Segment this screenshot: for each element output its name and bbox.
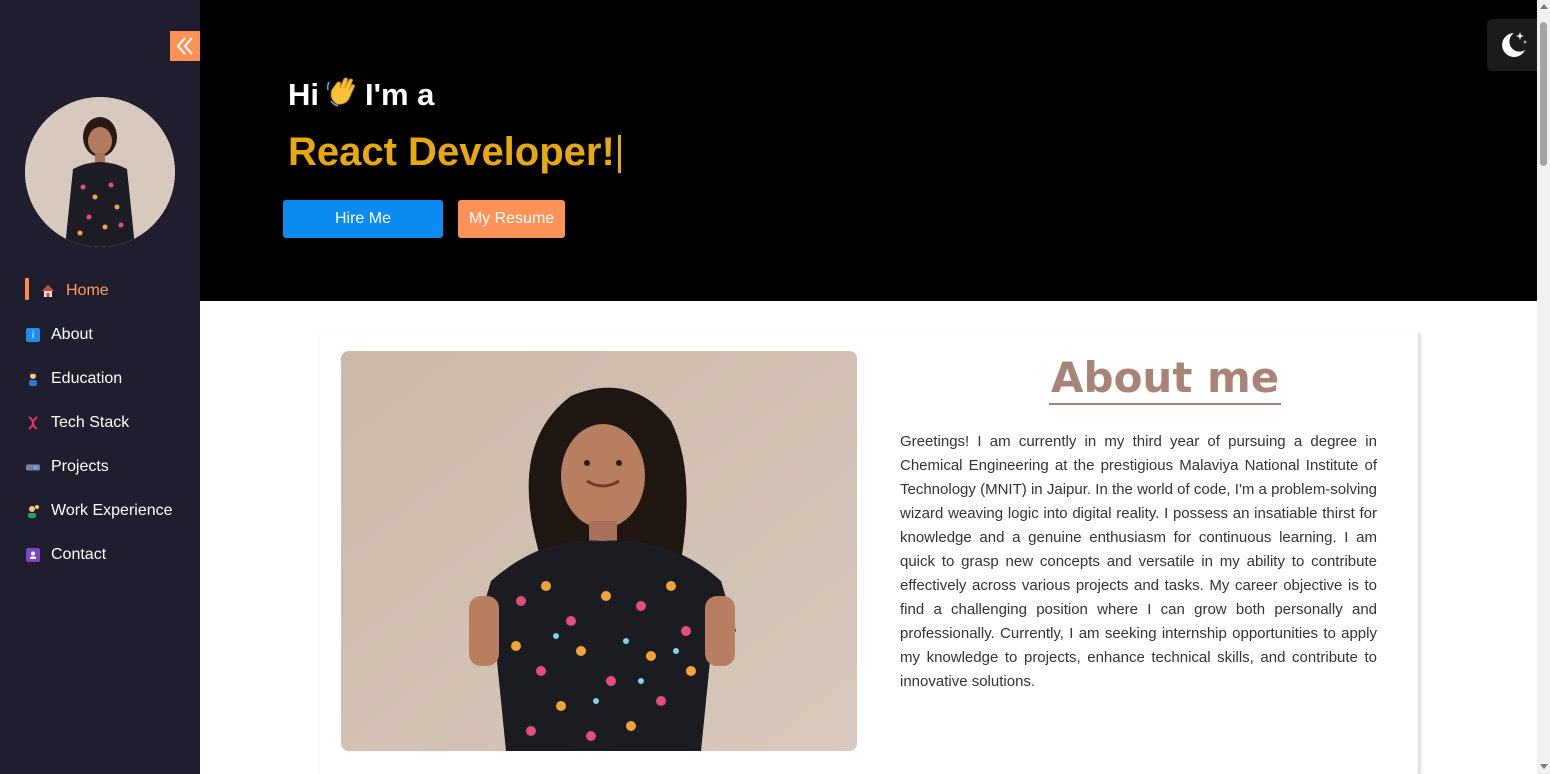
sidebar-item-label: Contact xyxy=(51,546,107,563)
sidebar-item-label: Education xyxy=(51,370,123,387)
page-scrollbar[interactable] xyxy=(1537,0,1550,774)
sidebar-item-projects[interactable]: Projects xyxy=(0,445,200,489)
about-section: About me Greetings! I am currently in my… xyxy=(320,331,1418,774)
sidebar-item-label: Tech Stack xyxy=(51,414,130,431)
profile-avatar xyxy=(25,97,175,247)
worker-icon xyxy=(26,504,40,518)
double-chevron-left-icon xyxy=(176,37,193,55)
sidebar-item-about[interactable]: i About xyxy=(0,313,200,357)
sidebar-item-label: About xyxy=(51,326,93,343)
greeting-hi: Hi xyxy=(288,76,319,112)
about-title: About me xyxy=(1049,353,1282,406)
scroll-down-arrow-icon[interactable] xyxy=(1540,764,1548,769)
sidebar-item-label: Projects xyxy=(51,458,109,475)
sidebar-item-label: Work Experience xyxy=(51,502,173,519)
sidebar-collapse-button[interactable] xyxy=(170,31,200,61)
sidebar-item-education[interactable]: Education xyxy=(0,357,200,401)
typed-role-text: React Developer! xyxy=(288,130,621,175)
sidebar-item-label: Home xyxy=(66,282,109,299)
about-photo xyxy=(341,351,857,751)
student-icon xyxy=(26,372,40,386)
hire-me-button[interactable]: Hire Me xyxy=(283,200,443,238)
moon-stars-icon xyxy=(1502,32,1527,57)
about-paragraph: Greetings! I am currently in my third ye… xyxy=(900,433,1377,690)
hero-section: Hi I'm a React Developer! Hire Me My Res… xyxy=(200,0,1537,301)
house-icon xyxy=(41,284,55,298)
sidebar: Home i About Education Tech Stack Projec… xyxy=(0,0,200,774)
sidebar-nav: Home i About Education Tech Stack Projec… xyxy=(0,269,200,577)
scroll-thumb[interactable] xyxy=(1540,22,1547,166)
sidebar-item-home[interactable]: Home xyxy=(0,269,200,313)
sidebar-item-tech-stack[interactable]: Tech Stack xyxy=(0,401,200,445)
sidebar-item-work-experience[interactable]: Work Experience xyxy=(0,489,200,533)
role-label: React Developer! xyxy=(288,130,615,174)
info-icon: i xyxy=(26,328,40,342)
sidebar-item-contact[interactable]: Contact xyxy=(0,533,200,577)
my-resume-button[interactable]: My Resume xyxy=(458,200,565,238)
typing-cursor xyxy=(617,135,621,174)
theme-toggle-button[interactable] xyxy=(1487,19,1537,71)
hero-greeting: Hi I'm a xyxy=(288,74,434,115)
dna-icon xyxy=(26,416,40,430)
greeting-rest: I'm a xyxy=(365,76,435,112)
waving-hand-icon xyxy=(325,74,359,115)
projector-icon xyxy=(26,460,40,474)
scroll-up-arrow-icon[interactable] xyxy=(1540,4,1548,9)
contact-card-icon xyxy=(26,548,40,562)
